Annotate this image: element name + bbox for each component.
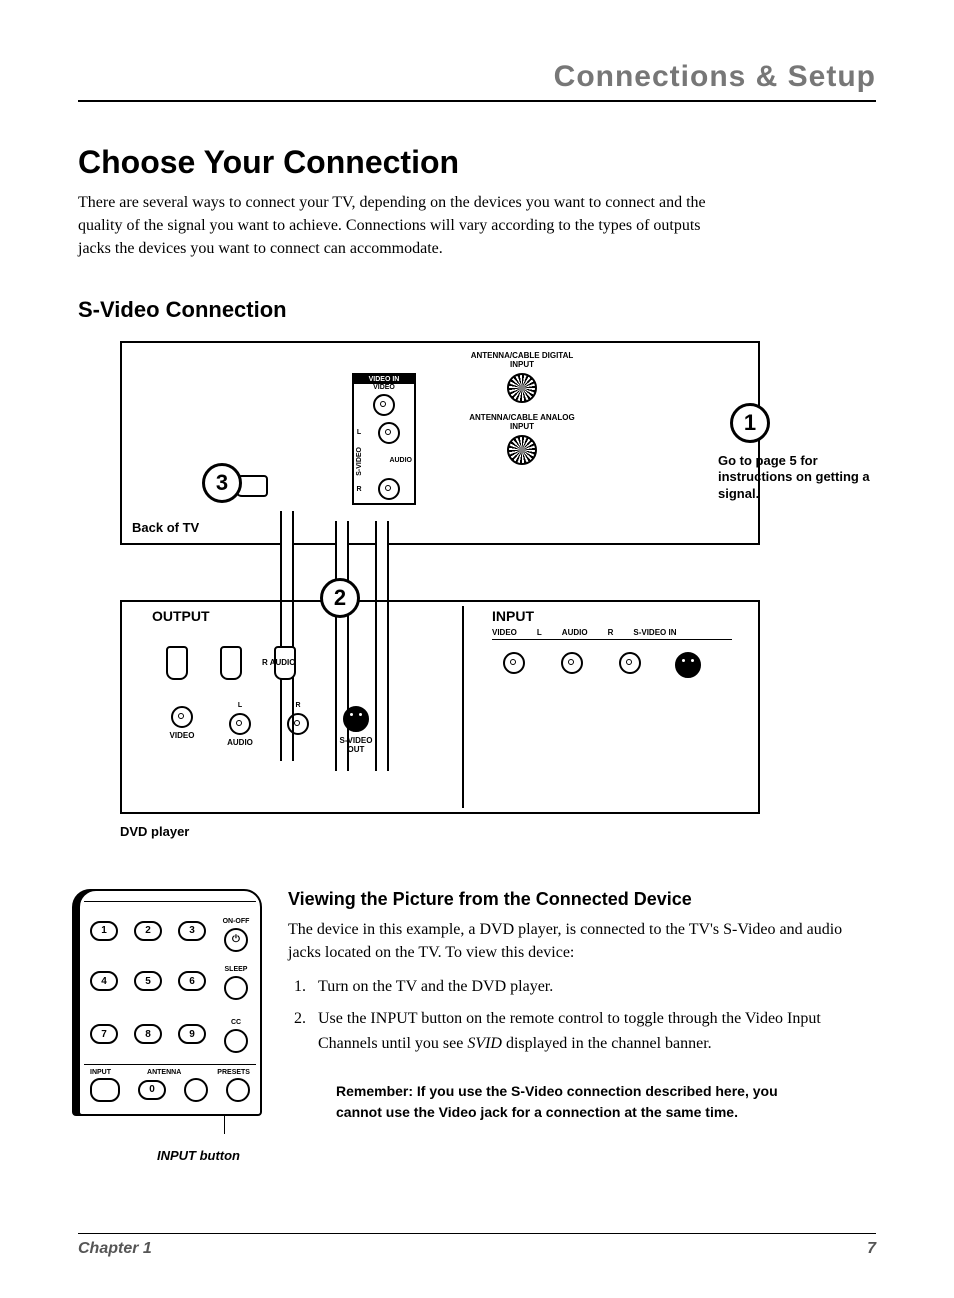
audio-r-jack-icon [378, 478, 400, 500]
plug-out-1-icon [166, 646, 188, 680]
page-footer: Chapter 1 7 [78, 1233, 876, 1258]
viewing-step-1: Turn on the TV and the DVD player. [310, 974, 876, 1000]
remote-btn-8: 8 [134, 1024, 162, 1044]
out-audio-l-jack-icon [229, 713, 251, 735]
viewing-paragraph: The device in this example, a DVD player… [288, 918, 876, 964]
video-jack-icon [373, 394, 395, 416]
page-number: 7 [867, 1240, 876, 1258]
svideo-label: S-VIDEO [356, 447, 363, 476]
antenna-inputs: ANTENNA/CABLE DIGITAL INPUT ANTENNA/CABL… [462, 351, 582, 475]
out-video-jack-icon [171, 706, 193, 728]
in-l-header: L [537, 628, 542, 637]
remote-btn-0: 0 [138, 1080, 166, 1100]
output-label: OUTPUT [152, 608, 210, 624]
step-3-badge: 3 [202, 463, 242, 503]
remote-btn-1: 1 [90, 921, 118, 941]
remote-onoff-label: ON-OFF [223, 918, 250, 925]
page-title: Choose Your Connection [78, 144, 876, 181]
remote-btn-3: 3 [178, 921, 206, 941]
coax-digital-icon [507, 373, 537, 403]
step-2-badge: 2 [320, 578, 360, 618]
antenna-analog-label: ANTENNA/CABLE ANALOG INPUT [462, 413, 582, 431]
input-button-caption: INPUT button [78, 1148, 258, 1163]
in-svideo-header: S-VIDEO IN [633, 628, 676, 637]
antenna-digital-label: ANTENNA/CABLE DIGITAL INPUT [462, 351, 582, 369]
out-svideo-jack-icon [343, 706, 369, 732]
remote-input-label: INPUT [90, 1069, 111, 1076]
in-video-jack-icon [503, 652, 525, 674]
coax-analog-icon [507, 435, 537, 465]
r-audio-label: R AUDIO [262, 658, 295, 667]
remote-btn-2: 2 [134, 921, 162, 941]
in-audio-r-jack-icon [619, 652, 641, 674]
viewing-step-2b: displayed in the channel banner. [502, 1035, 712, 1052]
l-label: L [354, 429, 364, 436]
remote-cc-button [224, 1029, 248, 1053]
remote-control-illustration: 1 2 3 ON-OFF ⏻ 4 5 6 SLEEP [78, 889, 262, 1116]
video-label: VIDEO [354, 384, 414, 391]
remote-btn-9: 9 [178, 1024, 206, 1044]
callout-line-icon [223, 1116, 225, 1134]
remote-input-button [90, 1078, 120, 1102]
remote-antenna-button [184, 1078, 208, 1102]
viewing-steps-list: Turn on the TV and the DVD player. Use t… [288, 974, 876, 1057]
out-l-label: L [220, 702, 260, 709]
step-1-badge: 1 [730, 403, 770, 443]
remote-antenna-label: ANTENNA [147, 1069, 181, 1076]
plug-out-2-icon [220, 646, 242, 680]
remote-presets-label: PRESETS [217, 1069, 250, 1076]
remote-btn-7: 7 [90, 1024, 118, 1044]
step-1-caption: Go to page 5 for instructions on getting… [718, 453, 878, 504]
connection-diagram: 1 Go to page 5 for instructions on getti… [120, 341, 760, 839]
in-video-header: VIDEO [492, 628, 517, 637]
r-label: R [354, 486, 364, 493]
out-audio-label: AUDIO [220, 738, 260, 747]
in-svideo-jack-icon [675, 652, 701, 678]
back-of-tv-label: Back of TV [132, 520, 199, 535]
intro-paragraph: There are several ways to connect your T… [78, 191, 718, 261]
remote-btn-4: 4 [90, 971, 118, 991]
panel-separator-icon [462, 606, 464, 808]
in-r-header: R [608, 628, 614, 637]
remote-onoff-button: ⏻ [224, 928, 248, 952]
running-head: Connections & Setup [78, 60, 876, 102]
tv-back-panel: 1 Go to page 5 for instructions on getti… [120, 341, 760, 545]
out-video-label: VIDEO [162, 731, 202, 740]
audio-label: AUDIO [389, 457, 412, 464]
out-r-label: R [278, 702, 318, 709]
viewing-heading: Viewing the Picture from the Connected D… [288, 889, 876, 910]
subsection-heading: S-Video Connection [78, 297, 876, 323]
remote-presets-button [226, 1078, 250, 1102]
svid-text: SVID [467, 1035, 502, 1052]
remote-btn-5: 5 [134, 971, 162, 991]
remote-sleep-label: SLEEP [225, 966, 248, 973]
viewing-step-2: Use the INPUT button on the remote contr… [310, 1006, 876, 1057]
audio-l-jack-icon [378, 422, 400, 444]
input-header-row: VIDEO L AUDIO R S-VIDEO IN [492, 628, 732, 640]
video-in-label: VIDEO IN [354, 375, 414, 384]
dvd-player-caption: DVD player [120, 824, 760, 839]
remote-btn-6: 6 [178, 971, 206, 991]
output-jack-row: VIDEO L AUDIO R S-VIDEO OUT [162, 702, 376, 754]
tv-jack-panel: VIDEO IN VIDEO L S-VIDEO AUDIO R [352, 373, 416, 506]
remember-note: Remember: If you use the S-Video connect… [336, 1081, 816, 1123]
input-label: INPUT [492, 608, 534, 624]
remote-cc-label: CC [231, 1019, 241, 1026]
out-svideo-label: S-VIDEO OUT [336, 736, 376, 754]
remote-sleep-button [224, 976, 248, 1000]
out-audio-r-jack-icon [287, 713, 309, 735]
dvd-player-panel: 2 OUTPUT INPUT R AUDIO VIDEO L AUDIO [120, 600, 760, 814]
input-jack-row [494, 648, 708, 682]
chapter-label: Chapter 1 [78, 1240, 152, 1258]
in-audio-l-jack-icon [561, 652, 583, 674]
in-audio-header: AUDIO [562, 628, 588, 637]
